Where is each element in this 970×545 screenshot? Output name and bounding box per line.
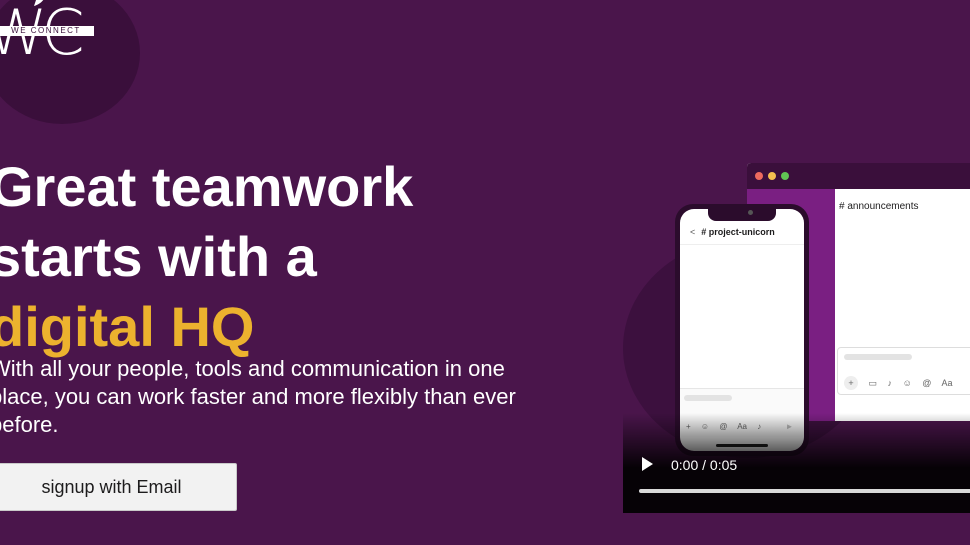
phone-channel-name: # project-unicorn <box>701 227 775 237</box>
format-icon: Aa <box>941 378 953 388</box>
composer-placeholder <box>844 354 912 360</box>
composer-toolbar: + ▭ ♪ ☺ @ Aa <box>844 376 960 390</box>
video-time-display: 0:00 / 0:05 <box>671 457 738 473</box>
emoji-icon: ☺ <box>902 378 912 388</box>
mic-icon: ♪ <box>887 378 893 388</box>
desktop-channel-name: # announcements <box>839 201 919 212</box>
headline: Great teamwork starts with a digital HQ <box>0 152 413 362</box>
headline-line-1: Great teamwork <box>0 155 414 218</box>
divider <box>680 244 804 245</box>
mention-icon: @ <box>922 378 932 388</box>
phone-notch <box>708 209 776 221</box>
desktop-message-composer: + ▭ ♪ ☺ @ Aa <box>837 347 970 395</box>
video-icon: ▭ <box>868 378 878 388</box>
maximize-dot-icon <box>781 172 789 180</box>
logo: WC WE CONNECT <box>0 0 140 124</box>
signup-email-button[interactable]: signup with Email <box>0 463 237 511</box>
logo-tagline: WE CONNECT <box>0 26 94 36</box>
plus-icon: + <box>844 376 858 390</box>
headline-line-2: starts with a <box>0 225 317 288</box>
headline-accent: digital HQ <box>0 295 255 358</box>
back-chevron-icon: < <box>690 227 696 237</box>
desktop-channel-view: # announcements + ▭ ♪ ☺ @ Aa <box>835 189 970 421</box>
close-dot-icon <box>755 172 763 180</box>
composer-placeholder <box>684 395 732 401</box>
video-seek-bar[interactable] <box>639 489 970 493</box>
video-player[interactable]: # announcements + ▭ ♪ ☺ @ Aa < # project-… <box>623 160 970 513</box>
hero-subtext: With all your people, tools and communic… <box>0 356 516 437</box>
window-titlebar <box>747 163 970 189</box>
phone-header: < # project-unicorn <box>690 227 775 237</box>
play-icon[interactable] <box>642 457 653 471</box>
minimize-dot-icon <box>768 172 776 180</box>
